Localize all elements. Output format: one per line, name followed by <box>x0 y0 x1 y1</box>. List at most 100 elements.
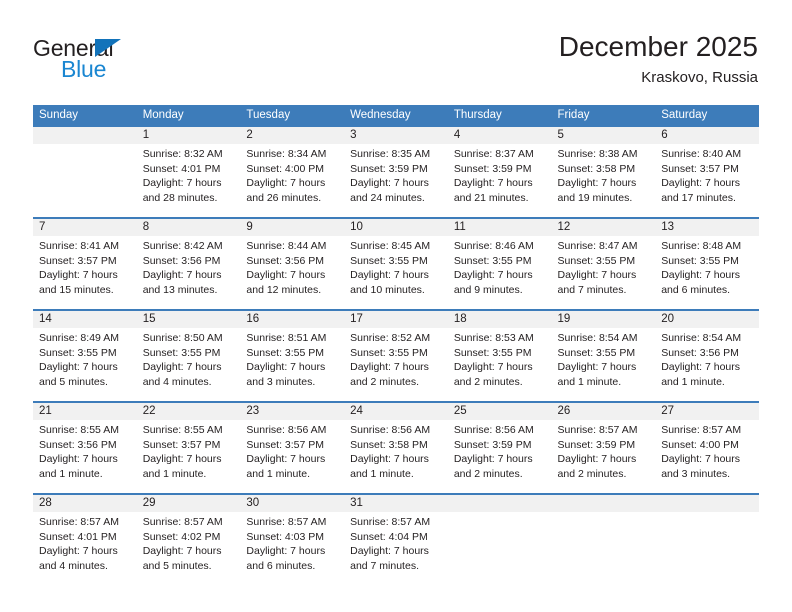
sunset-time: Sunset: 3:55 PM <box>39 346 117 359</box>
calendar-day-cell[interactable]: 1 Sunrise: 8:32 AM Sunset: 4:01 PM Daylight… <box>136 127 241 217</box>
sunrise-time: Sunrise: 8:40 AM <box>661 148 742 160</box>
daylight-duration-line2: and 21 minutes. <box>453 191 529 204</box>
sunrise-time: Sunrise: 8:55 AM <box>39 424 119 436</box>
daylight-duration-line2: and 15 minutes. <box>39 283 114 296</box>
general-blue-logo: General Blue <box>33 36 173 84</box>
daylight-duration-line2: and 3 minutes. <box>246 375 316 388</box>
calendar-day-cell[interactable]: 22 Sunrise: 8:55 AM Sunset: 3:57 PM Dayligh… <box>136 403 241 493</box>
calendar-day-cell[interactable]: 16 Sunrise: 8:51 AM Sunset: 3:55 PM Dayligh… <box>240 311 345 401</box>
calendar-day-cell-empty <box>33 127 137 217</box>
calendar-day-cell[interactable]: 19 Sunrise: 8:54 AM Sunset: 3:55 PM Dayligh… <box>551 311 656 401</box>
day-details: Sunrise: 8:42 AM Sunset: 3:56 PM Daylight:… <box>137 236 241 297</box>
sunrise-time: Sunrise: 8:50 AM <box>142 332 223 344</box>
weekday-header-tuesday: Tuesday <box>240 105 345 127</box>
weekday-header-sunday: Sunday <box>33 105 137 127</box>
calendar-day-cell[interactable]: 7 Sunrise: 8:41 AM Sunset: 3:57 PM Daylight… <box>33 219 137 309</box>
sunrise-time: Sunrise: 8:54 AM <box>557 332 638 344</box>
calendar-week-row: 21 Sunrise: 8:55 AM Sunset: 3:56 PM Dayligh… <box>33 401 759 494</box>
calendar-day-cell[interactable]: 28 Sunrise: 8:57 AM Sunset: 4:01 PM Dayligh… <box>33 495 137 585</box>
day-number: 19 <box>551 311 656 328</box>
calendar-week-row: 28 Sunrise: 8:57 AM Sunset: 4:01 PM Dayligh… <box>33 493 759 585</box>
sunset-time: Sunset: 4:02 PM <box>142 530 221 543</box>
calendar-day-cell[interactable]: 8 Sunrise: 8:42 AM Sunset: 3:56 PM Daylight… <box>136 219 241 309</box>
sunset-time: Sunset: 3:55 PM <box>350 254 428 267</box>
calendar-day-cell[interactable]: 31 Sunrise: 8:57 AM Sunset: 4:04 PM Dayligh… <box>344 495 448 585</box>
day-details: Sunrise: 8:55 AM Sunset: 3:56 PM Daylight:… <box>33 420 137 481</box>
calendar-day-cell[interactable]: 14 Sunrise: 8:49 AM Sunset: 3:55 PM Dayligh… <box>33 311 137 401</box>
sunrise-time: Sunrise: 8:55 AM <box>142 424 223 436</box>
day-details <box>448 512 552 515</box>
calendar-day-cell[interactable]: 12 Sunrise: 8:47 AM Sunset: 3:55 PM Dayligh… <box>551 219 656 309</box>
daylight-duration-line2: and 2 minutes. <box>453 467 523 480</box>
daylight-duration-line2: and 17 minutes. <box>661 191 736 204</box>
sunset-time: Sunset: 3:59 PM <box>350 162 428 175</box>
calendar-day-cell[interactable]: 4 Sunrise: 8:37 AM Sunset: 3:59 PM Daylight… <box>447 127 552 217</box>
calendar-day-cell[interactable]: 23 Sunrise: 8:56 AM Sunset: 3:57 PM Dayligh… <box>240 403 345 493</box>
day-details <box>552 512 656 515</box>
calendar-day-cell[interactable]: 5 Sunrise: 8:38 AM Sunset: 3:58 PM Daylight… <box>551 127 656 217</box>
day-details: Sunrise: 8:41 AM Sunset: 3:57 PM Daylight:… <box>33 236 137 297</box>
daylight-duration-line1: Daylight: 7 hours <box>557 177 637 190</box>
calendar-day-cell[interactable]: 11 Sunrise: 8:46 AM Sunset: 3:55 PM Dayligh… <box>447 219 552 309</box>
calendar-day-cell[interactable]: 15 Sunrise: 8:50 AM Sunset: 3:55 PM Dayligh… <box>136 311 241 401</box>
day-details: Sunrise: 8:47 AM Sunset: 3:55 PM Daylight:… <box>552 236 656 297</box>
sunrise-time: Sunrise: 8:56 AM <box>246 424 327 436</box>
sunset-time: Sunset: 3:59 PM <box>557 438 636 451</box>
day-number <box>551 495 656 512</box>
day-details <box>33 144 137 147</box>
calendar-day-cell[interactable]: 18 Sunrise: 8:53 AM Sunset: 3:55 PM Dayligh… <box>447 311 552 401</box>
day-details: Sunrise: 8:48 AM Sunset: 3:55 PM Daylight:… <box>655 236 759 297</box>
day-number: 4 <box>447 127 552 144</box>
day-number: 15 <box>136 311 241 328</box>
calendar-day-cell[interactable]: 10 Sunrise: 8:45 AM Sunset: 3:55 PM Dayligh… <box>344 219 448 309</box>
calendar-day-cell[interactable]: 3 Sunrise: 8:35 AM Sunset: 3:59 PM Daylight… <box>344 127 448 217</box>
day-details: Sunrise: 8:57 AM Sunset: 4:03 PM Daylight:… <box>240 512 344 573</box>
day-number: 11 <box>447 219 552 236</box>
daylight-duration-line1: Daylight: 7 hours <box>142 177 222 190</box>
day-number <box>447 495 552 512</box>
sunrise-time: Sunrise: 8:32 AM <box>142 148 223 160</box>
calendar-day-cell[interactable]: 9 Sunrise: 8:44 AM Sunset: 3:56 PM Daylight… <box>240 219 345 309</box>
calendar-day-cell[interactable]: 20 Sunrise: 8:54 AM Sunset: 3:56 PM Dayligh… <box>655 311 759 401</box>
calendar-day-cell[interactable]: 21 Sunrise: 8:55 AM Sunset: 3:56 PM Dayligh… <box>33 403 137 493</box>
daylight-duration-line1: Daylight: 7 hours <box>661 177 741 190</box>
title-block: December 2025 Kraskovo, Russia <box>559 30 758 88</box>
day-details: Sunrise: 8:44 AM Sunset: 3:56 PM Daylight:… <box>240 236 344 297</box>
daylight-duration-line1: Daylight: 7 hours <box>453 269 533 282</box>
daylight-duration-line2: and 1 minute. <box>246 467 311 480</box>
calendar-day-cell[interactable]: 2 Sunrise: 8:34 AM Sunset: 4:00 PM Daylight… <box>240 127 345 217</box>
day-number: 12 <box>551 219 656 236</box>
calendar-day-cell[interactable]: 27 Sunrise: 8:57 AM Sunset: 4:00 PM Dayligh… <box>655 403 759 493</box>
calendar-day-cell[interactable]: 29 Sunrise: 8:57 AM Sunset: 4:02 PM Dayligh… <box>136 495 241 585</box>
sunset-time: Sunset: 3:56 PM <box>142 254 221 267</box>
daylight-duration-line1: Daylight: 7 hours <box>350 361 429 374</box>
daylight-duration-line1: Daylight: 7 hours <box>661 269 741 282</box>
day-number: 1 <box>136 127 241 144</box>
day-details: Sunrise: 8:53 AM Sunset: 3:55 PM Daylight:… <box>448 328 552 389</box>
day-number: 25 <box>447 403 552 420</box>
daylight-duration-line2: and 13 minutes. <box>142 283 218 296</box>
calendar-day-cell[interactable]: 6 Sunrise: 8:40 AM Sunset: 3:57 PM Daylight… <box>655 127 759 217</box>
sunset-time: Sunset: 3:55 PM <box>453 254 532 267</box>
day-number: 28 <box>33 495 137 512</box>
day-details: Sunrise: 8:46 AM Sunset: 3:55 PM Daylight:… <box>448 236 552 297</box>
calendar-day-cell[interactable]: 24 Sunrise: 8:56 AM Sunset: 3:58 PM Dayligh… <box>344 403 448 493</box>
sunrise-time: Sunrise: 8:57 AM <box>350 516 431 528</box>
sunset-time: Sunset: 3:58 PM <box>557 162 636 175</box>
daylight-duration-line2: and 7 minutes. <box>350 559 419 572</box>
sunrise-time: Sunrise: 8:56 AM <box>453 424 534 436</box>
calendar-day-cell[interactable]: 17 Sunrise: 8:52 AM Sunset: 3:55 PM Dayligh… <box>344 311 448 401</box>
calendar-day-cell[interactable]: 30 Sunrise: 8:57 AM Sunset: 4:03 PM Dayligh… <box>240 495 345 585</box>
sunset-time: Sunset: 4:04 PM <box>350 530 428 543</box>
daylight-duration-line1: Daylight: 7 hours <box>39 361 118 374</box>
sunrise-time: Sunrise: 8:52 AM <box>350 332 431 344</box>
calendar-day-cell[interactable]: 13 Sunrise: 8:48 AM Sunset: 3:55 PM Dayligh… <box>655 219 759 309</box>
day-details: Sunrise: 8:54 AM Sunset: 3:55 PM Daylight:… <box>552 328 656 389</box>
calendar-day-cell[interactable]: 25 Sunrise: 8:56 AM Sunset: 3:59 PM Dayligh… <box>447 403 552 493</box>
day-number: 30 <box>240 495 345 512</box>
sunrise-time: Sunrise: 8:49 AM <box>39 332 119 344</box>
weekday-header-wednesday: Wednesday <box>344 105 448 127</box>
calendar-grid: Sunday Monday Tuesday Wednesday Thursday Frid… <box>33 105 759 585</box>
daylight-duration-line1: Daylight: 7 hours <box>142 453 222 466</box>
calendar-day-cell[interactable]: 26 Sunrise: 8:57 AM Sunset: 3:59 PM Dayligh… <box>551 403 656 493</box>
